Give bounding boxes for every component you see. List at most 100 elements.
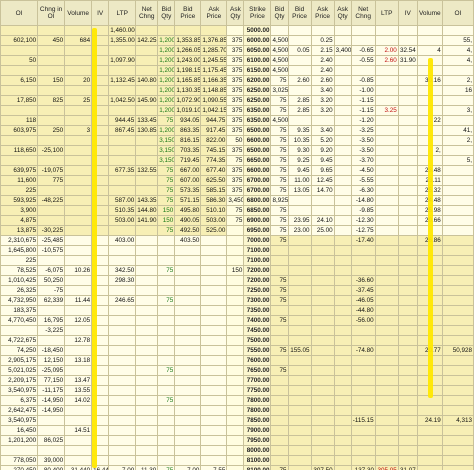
table-cell: -37.45	[350, 285, 376, 296]
table-cell	[37, 105, 66, 116]
table-cell	[135, 235, 159, 246]
table-cell: 75	[270, 295, 289, 306]
table-cell: 677.35	[108, 165, 137, 176]
table-cell: 77,150	[37, 375, 66, 386]
table-cell	[157, 285, 176, 296]
table-cell: 1,266.05	[174, 45, 202, 56]
table-cell	[200, 295, 228, 306]
table-cell	[200, 415, 228, 426]
table-cell: 145.90	[135, 95, 159, 106]
table-cell	[350, 425, 376, 436]
table-cell	[37, 25, 66, 36]
table-cell: 3,150	[157, 155, 176, 166]
table-cell	[37, 115, 66, 126]
column-header[interactable]: Net Chng	[350, 0, 376, 26]
table-cell: -46.05	[350, 295, 376, 306]
table-cell	[397, 315, 418, 326]
table-cell	[310, 315, 335, 326]
table-cell	[287, 115, 312, 126]
column-header[interactable]: Strike Price	[243, 0, 272, 26]
table-cell	[374, 235, 399, 246]
table-cell	[270, 265, 289, 276]
table-cell: 2.40	[310, 55, 335, 66]
column-header[interactable]: OI	[441, 0, 474, 26]
column-header[interactable]: Bid Price	[287, 0, 312, 26]
table-cell: -18,450	[37, 345, 66, 356]
strike-price-cell: 7550.00	[243, 345, 272, 356]
table-cell: 144.80	[135, 205, 159, 216]
column-header[interactable]: Net Chng	[135, 0, 159, 26]
table-cell	[374, 245, 399, 256]
table-cell: 1,072.90	[174, 95, 202, 106]
table-cell: -11,175	[37, 385, 66, 396]
table-cell: 155.05	[287, 345, 312, 356]
table-cell	[310, 325, 335, 336]
table-cell: 2.60	[374, 55, 399, 66]
table-cell	[174, 295, 202, 306]
table-cell: 9.65	[310, 165, 335, 176]
table-cell	[397, 255, 418, 266]
table-cell	[310, 295, 335, 306]
table-cell	[333, 85, 352, 96]
table-cell	[374, 275, 399, 286]
table-cell	[226, 325, 245, 336]
column-header[interactable]: Bid Qty	[157, 0, 176, 26]
table-cell: 31.90	[397, 55, 418, 66]
column-header[interactable]: Volume	[416, 0, 443, 26]
table-cell	[135, 455, 159, 466]
table-cell	[397, 275, 418, 286]
table-cell	[64, 55, 93, 66]
column-header[interactable]: Volume	[64, 0, 93, 26]
table-cell	[441, 325, 474, 336]
table-cell	[108, 315, 137, 326]
table-cell: 1,355.00	[108, 35, 137, 46]
table-cell: 1,019.10	[174, 105, 202, 116]
table-cell: 403.00	[108, 235, 137, 246]
column-header[interactable]: LTP	[108, 0, 137, 26]
table-cell	[397, 385, 418, 396]
column-header[interactable]: IV	[91, 0, 110, 26]
column-header[interactable]: IV	[397, 0, 418, 26]
table-cell	[226, 425, 245, 436]
strike-price-cell: 7800.00	[243, 405, 272, 416]
table-cell	[416, 455, 443, 466]
table-cell: 3,025	[270, 85, 289, 96]
table-cell	[174, 325, 202, 336]
table-cell: 133.45	[135, 115, 159, 126]
column-header[interactable]: Chng in OI	[37, 0, 66, 26]
table-cell	[287, 255, 312, 266]
table-cell: 375	[226, 95, 245, 106]
table-cell	[374, 405, 399, 416]
table-cell	[310, 305, 335, 316]
table-cell: -6.30	[350, 185, 376, 196]
column-header[interactable]: Bid Qty	[270, 0, 289, 26]
table-row: 593,925 -48,225 587.00 143.35 75 571.15 586.30…	[0, 195, 474, 206]
table-cell: 14.70	[310, 185, 335, 196]
table-cell	[135, 425, 159, 436]
column-header[interactable]: Ask Price	[310, 0, 335, 26]
table-row: 1,201,200 86,025 7950.00	[0, 435, 474, 446]
table-cell: -115.15	[350, 415, 376, 426]
table-cell: 403.50	[174, 235, 202, 246]
column-header[interactable]: Ask Qty	[226, 0, 245, 26]
table-cell: 75	[270, 75, 289, 86]
table-cell	[333, 255, 352, 266]
table-cell	[226, 445, 245, 456]
table-cell	[200, 375, 228, 386]
table-cell: 17,850	[0, 95, 39, 106]
table-cell	[37, 425, 66, 436]
column-header[interactable]: OI	[0, 0, 39, 26]
column-header[interactable]: Ask Qty	[333, 0, 352, 26]
table-cell	[333, 265, 352, 276]
table-cell: 130.85	[135, 125, 159, 136]
table-cell: 3	[64, 125, 93, 136]
table-cell	[135, 325, 159, 336]
table-cell	[135, 385, 159, 396]
table-cell	[135, 335, 159, 346]
column-header[interactable]: Bid Price	[174, 0, 202, 26]
table-cell	[135, 185, 159, 196]
table-cell: 510.10	[200, 205, 228, 216]
column-header[interactable]: LTP	[374, 0, 399, 26]
table-cell: 1,198.15	[174, 65, 202, 76]
column-header[interactable]: Ask Price	[200, 0, 228, 26]
